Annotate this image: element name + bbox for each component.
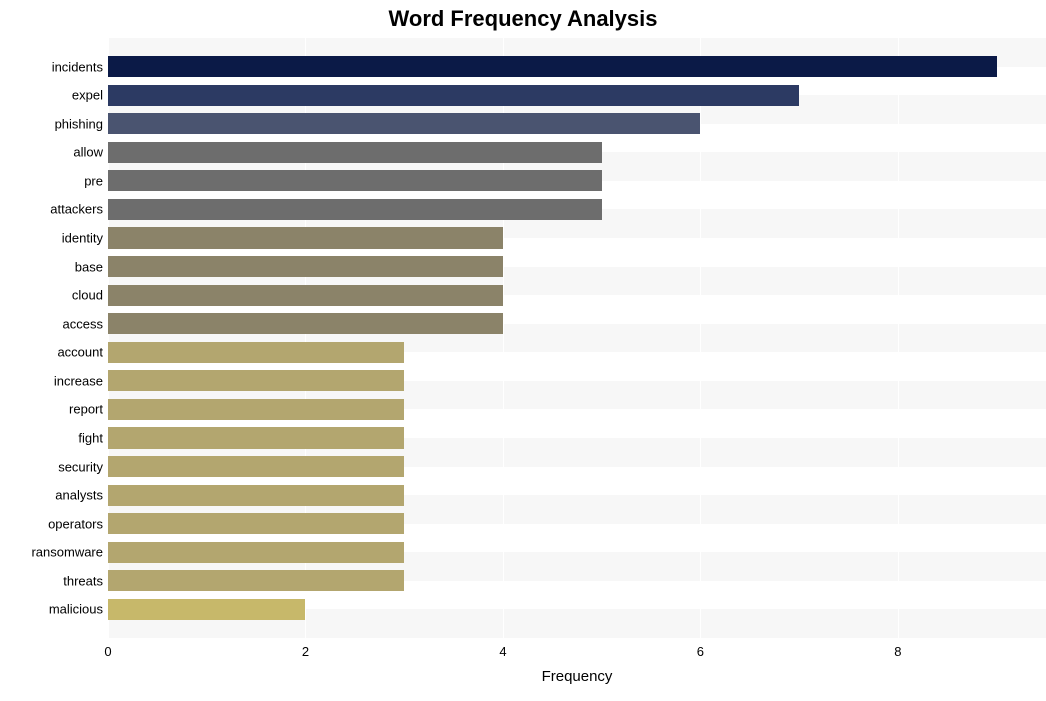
y-tick-label: expel xyxy=(72,88,103,103)
bar-ransomware xyxy=(108,542,404,563)
chart-title: Word Frequency Analysis xyxy=(0,6,1046,32)
bar-incidents xyxy=(108,56,997,77)
bar-malicious xyxy=(108,599,305,620)
bar-cloud xyxy=(108,285,503,306)
bar-attackers xyxy=(108,199,602,220)
y-tick-label: operators xyxy=(48,516,103,531)
x-tick-label: 2 xyxy=(302,644,309,659)
y-tick-label: report xyxy=(69,402,103,417)
bar-increase xyxy=(108,370,404,391)
bar-operators xyxy=(108,513,404,534)
bar-identity xyxy=(108,227,503,248)
bar-access xyxy=(108,313,503,334)
y-tick-label: attackers xyxy=(50,202,103,217)
bar-pre xyxy=(108,170,602,191)
y-tick-label: ransomware xyxy=(31,545,103,560)
y-tick-label: threats xyxy=(63,573,103,588)
y-tick-label: access xyxy=(63,316,103,331)
word-frequency-chart: Word Frequency Analysis incidents expel ph… xyxy=(0,0,1046,701)
bar-security xyxy=(108,456,404,477)
y-tick-label: pre xyxy=(84,173,103,188)
plot-background xyxy=(108,38,1046,638)
x-tick-label: 0 xyxy=(104,644,111,659)
x-tick-label: 4 xyxy=(499,644,506,659)
y-tick-label: base xyxy=(75,259,103,274)
y-tick-label: fight xyxy=(78,431,103,446)
bar-fight xyxy=(108,427,404,448)
bar-report xyxy=(108,399,404,420)
x-axis-label: Frequency xyxy=(108,668,1046,685)
bar-analysts xyxy=(108,485,404,506)
x-tick-label: 8 xyxy=(894,644,901,659)
y-tick-label: allow xyxy=(73,145,103,160)
bar-base xyxy=(108,256,503,277)
y-tick-label: analysts xyxy=(55,488,103,503)
y-tick-label: malicious xyxy=(49,602,103,617)
bar-phishing xyxy=(108,113,700,134)
y-tick-label: cloud xyxy=(72,288,103,303)
y-tick-label: identity xyxy=(62,231,103,246)
y-tick-label: account xyxy=(57,345,103,360)
y-tick-label: phishing xyxy=(55,116,103,131)
bar-allow xyxy=(108,142,602,163)
x-tick-label: 6 xyxy=(697,644,704,659)
y-tick-label: security xyxy=(58,459,103,474)
y-tick-label: incidents xyxy=(52,59,103,74)
x-axis-ticks: 02468 xyxy=(108,644,1046,664)
y-axis-labels: incidents expel phishing allow pre attackers i… xyxy=(0,38,103,638)
bar-expel xyxy=(108,85,799,106)
bar-account xyxy=(108,342,404,363)
bar-threats xyxy=(108,570,404,591)
y-tick-label: increase xyxy=(54,373,103,388)
plot-area xyxy=(108,38,1046,638)
